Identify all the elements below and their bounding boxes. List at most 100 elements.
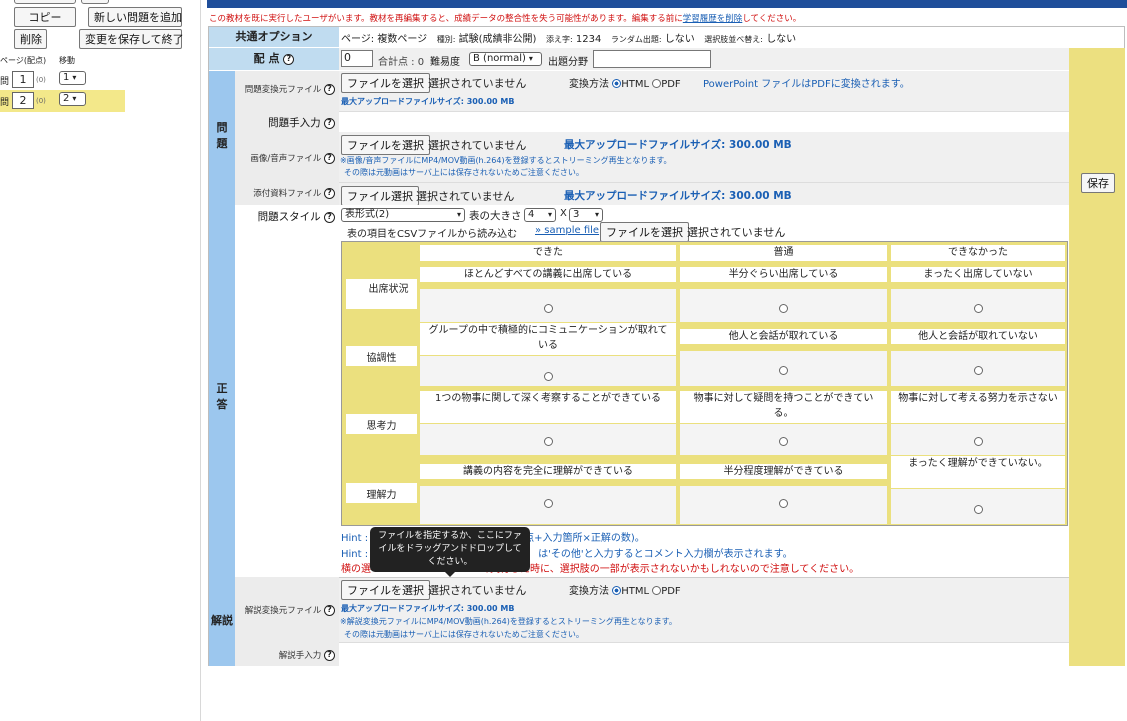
difficulty-label: 難易度 (430, 57, 460, 68)
html-label: HTML (621, 79, 650, 90)
media-note-2: その際は元動画はサーバ上には保存されないためご注意ください。 (344, 168, 584, 177)
style-value: 表形式(2) (345, 209, 390, 220)
explain-choose-file-button[interactable]: ファイルを選択 (341, 580, 430, 600)
help-icon[interactable]: ? (324, 153, 335, 164)
help-icon[interactable]: ? (324, 211, 335, 223)
style-label-text: 問題スタイル (257, 211, 321, 223)
style-select[interactable]: 表形式(2) ▾ (341, 208, 465, 222)
question-number[interactable]: 2 (12, 92, 34, 109)
pdf-radio[interactable] (652, 586, 662, 595)
grid-row-label: 出席状況 (346, 279, 417, 309)
cell-text: 他人と会話が取れている (680, 329, 887, 344)
answer-section-label: 正 答 (209, 205, 235, 577)
move-select[interactable]: 1 ▾ (59, 71, 86, 85)
manual-input-label: 問題手入力 ? (235, 111, 339, 132)
copy-button[interactable]: コピー (14, 7, 76, 27)
chars-label: 添え字: (545, 35, 573, 44)
grid-radio[interactable] (974, 505, 983, 514)
field-input[interactable] (593, 50, 711, 68)
question-style-label: 問題スタイル ? (235, 205, 339, 577)
grid-radio[interactable] (779, 304, 788, 313)
common-options-values: ページ: 複数ページ 種別: 試験(成績非公開) 添え字: 1234 ランダム出… (341, 30, 796, 45)
grid-radio[interactable] (544, 372, 553, 381)
page-value: 複数ページ (377, 34, 428, 45)
question-list-item-selected[interactable]: 問 2 (0) 2 ▾ (0, 90, 125, 112)
difficulty-select[interactable]: B (normal) ▾ (469, 52, 542, 66)
cell-text: ほとんどすべての講義に出席している (420, 267, 676, 282)
explain-manual-editor[interactable] (339, 642, 1069, 666)
editor-form: 共通オプション ページ: 複数ページ 種別: 試験(成績非公開) 添え字: 12… (208, 26, 1125, 666)
question-score: (0) (36, 76, 46, 84)
sidebar-button-stub[interactable] (14, 0, 76, 4)
chars-value: 1234 (575, 34, 602, 45)
cols-select[interactable]: 3 ▾ (569, 208, 603, 222)
score-input[interactable]: 0 (341, 50, 373, 67)
choose-attach-button[interactable]: ファイル選択 (341, 186, 419, 206)
cell-text: 他人と会話が取れていない (891, 329, 1065, 344)
add-question-button[interactable]: 新しい問題を追加 (88, 7, 182, 27)
choose-file-button[interactable]: ファイルを選択 (341, 73, 430, 93)
grid-radio[interactable] (544, 499, 553, 508)
save-button[interactable]: 保存 (1081, 173, 1115, 193)
explain-manual-label: 解説手入力 ? (235, 642, 339, 666)
grid-row-label: 理解力 (346, 483, 417, 503)
grid-radio[interactable] (974, 304, 983, 313)
help-icon[interactable]: ? (324, 650, 335, 661)
media-file-label: 画像/音声ファイル ? (235, 132, 339, 182)
html-radio[interactable] (612, 586, 622, 595)
grid-cell: 物事に対して疑問を持つことができている。 (680, 387, 887, 455)
help-icon[interactable]: ? (324, 117, 335, 129)
question-number[interactable]: 1 (12, 71, 34, 88)
pdf-label: PDF (661, 79, 681, 90)
grid-radio[interactable] (974, 366, 983, 375)
grid-radio[interactable] (974, 437, 983, 446)
explain-convert-row: ファイルを選択 選択されていません 変換方法 HTML PDF 最大アップロード… (339, 577, 1069, 642)
col-move-header: 移動 (59, 56, 75, 65)
no-file-text: 選択されていません (687, 226, 786, 239)
help-icon[interactable]: ? (283, 53, 295, 65)
grid-cell: ほとんどすべての講義に出席している (420, 264, 676, 322)
warning-text: この教材を既に実行したユーザがいます。教材を再編集すると、成績データの整合性を失… (209, 14, 683, 24)
grid-radio[interactable] (544, 304, 553, 313)
grid-radio[interactable] (779, 437, 788, 446)
rows-select[interactable]: 4 ▾ (524, 208, 556, 222)
attach-max-upload: 最大アップロードファイルサイズ: 300.00 MB (564, 190, 792, 202)
media-max-upload: 最大アップロードファイルサイズ: 300.00 MB (564, 139, 792, 151)
sidebar-button-stub-2[interactable] (81, 0, 109, 4)
choose-media-button[interactable]: ファイルを選択 (341, 135, 430, 155)
hint-text: 配点+入力箇所×正解の数)。 (514, 533, 645, 544)
grid-cell: 半分程度理解ができている (680, 456, 887, 524)
move-select[interactable]: 2 ▾ (59, 92, 86, 106)
delete-button[interactable]: 削除 (14, 29, 47, 49)
grid-radio[interactable] (779, 499, 788, 508)
cell-text: 半分程度理解ができている (680, 464, 887, 479)
choose-csv-button[interactable]: ファイルを選択 (600, 222, 689, 242)
pdf-radio[interactable] (652, 79, 662, 88)
answer-grid: できた 普通 できなかった 出席状況 ほとんどすべての講義に出席している 半分ぐ… (341, 241, 1068, 526)
convert-file-label: 問題変換元ファイル ? (235, 71, 339, 111)
grid-cell: 他人と会話が取れている (680, 323, 887, 386)
help-icon[interactable]: ? (324, 84, 335, 95)
move-value: 1 (63, 72, 70, 83)
sample-file-link[interactable]: » sample file (535, 225, 599, 236)
manual-input-editor[interactable] (339, 111, 1069, 132)
grid-radio[interactable] (544, 437, 553, 446)
delete-history-link[interactable]: 学習履歴を削除 (683, 14, 743, 24)
save-exit-button[interactable]: 変更を保存して終了 (79, 29, 184, 49)
manual-label-text: 問題手入力 (268, 117, 321, 129)
save-column: 保存 (1069, 48, 1125, 666)
question-list-item[interactable]: 問 1 (0) 1 ▾ (0, 69, 201, 91)
help-icon[interactable]: ? (324, 605, 335, 616)
section-char-1: 正 (216, 382, 228, 395)
convert-method: 変換方法 HTML PDF (569, 75, 681, 90)
html-radio[interactable] (612, 79, 622, 88)
kind-label: 種別: (436, 35, 456, 44)
section-char-1: 問 (216, 121, 228, 134)
field-label: 出題分野 (548, 57, 588, 68)
grid-cell: 講義の内容を完全に理解ができている (420, 456, 676, 524)
help-icon[interactable]: ? (324, 188, 335, 199)
warning-after: してください。 (742, 14, 802, 24)
grid-radio[interactable] (779, 366, 788, 375)
explain-manual-label-text: 解説手入力 (278, 651, 322, 661)
grid-cell: 半分ぐらい出席している (680, 264, 887, 322)
